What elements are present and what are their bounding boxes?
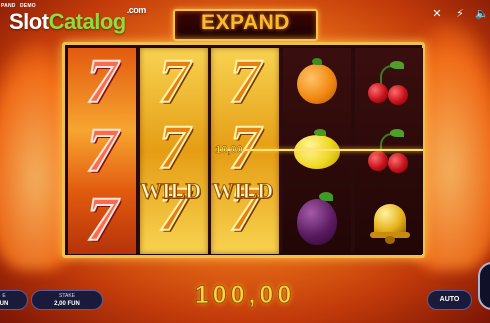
plum-icon: [297, 192, 337, 245]
spin-button[interactable]: [478, 262, 490, 310]
line-win-amount: 10,00: [215, 144, 243, 157]
orange-icon: [297, 58, 337, 104]
logo-text-com: .com: [126, 4, 147, 15]
site-logo: SlotCatalog.com: [9, 5, 146, 35]
symbol-lemon: [283, 118, 351, 186]
balance-value: UN: [0, 301, 9, 307]
balance-label: E: [2, 293, 6, 299]
reel-4: [283, 48, 351, 254]
winning-payline: [218, 149, 423, 151]
expand-banner: EXPAND: [173, 9, 318, 41]
auto-button[interactable]: AUTO: [427, 290, 472, 310]
balance-display[interactable]: E UN: [0, 290, 28, 310]
symbol-cherries: [355, 118, 423, 186]
symbol-seven: 7: [158, 48, 191, 116]
symbol-seven: 7: [86, 117, 119, 185]
stake-selector[interactable]: STAKE 2,00 FUN: [31, 290, 103, 310]
symbol-seven: 7: [229, 48, 262, 116]
symbol-seven: 7: [86, 186, 119, 254]
wild-label-reel-2: WILD: [139, 178, 202, 204]
reel-1: 7 7 7: [68, 48, 136, 254]
stake-value: 2,00 FUN: [54, 301, 80, 307]
lightning-icon[interactable]: ⚡: [454, 8, 466, 20]
logo-text-catalog: Catalog: [48, 9, 127, 34]
symbol-seven: 7: [158, 114, 191, 182]
cherries-icon: [366, 61, 412, 107]
total-win-amount: 100,00: [194, 281, 296, 310]
lemon-icon: [294, 129, 340, 169]
game-stage: PAND DEMO SlotCatalog.com ✕ ⚡ 🔈 EXPAND 7…: [0, 0, 490, 323]
stake-label: STAKE: [58, 293, 76, 299]
reel-5: [355, 48, 423, 254]
wild-label-reel-3: WILD: [211, 178, 274, 204]
symbol-cherries: [355, 50, 423, 118]
symbol-bell: [355, 188, 423, 256]
symbol-orange: [283, 50, 351, 118]
close-icon[interactable]: ✕: [431, 8, 443, 20]
logo-text-slot: Slot: [9, 9, 49, 34]
cherries-icon: [366, 129, 412, 175]
reel-2-wild: 7 7 7: [140, 48, 208, 254]
bell-icon: [368, 200, 410, 244]
symbol-plum: [283, 188, 351, 256]
symbol-seven: 7: [86, 48, 119, 116]
volume-icon[interactable]: 🔈: [475, 8, 489, 20]
